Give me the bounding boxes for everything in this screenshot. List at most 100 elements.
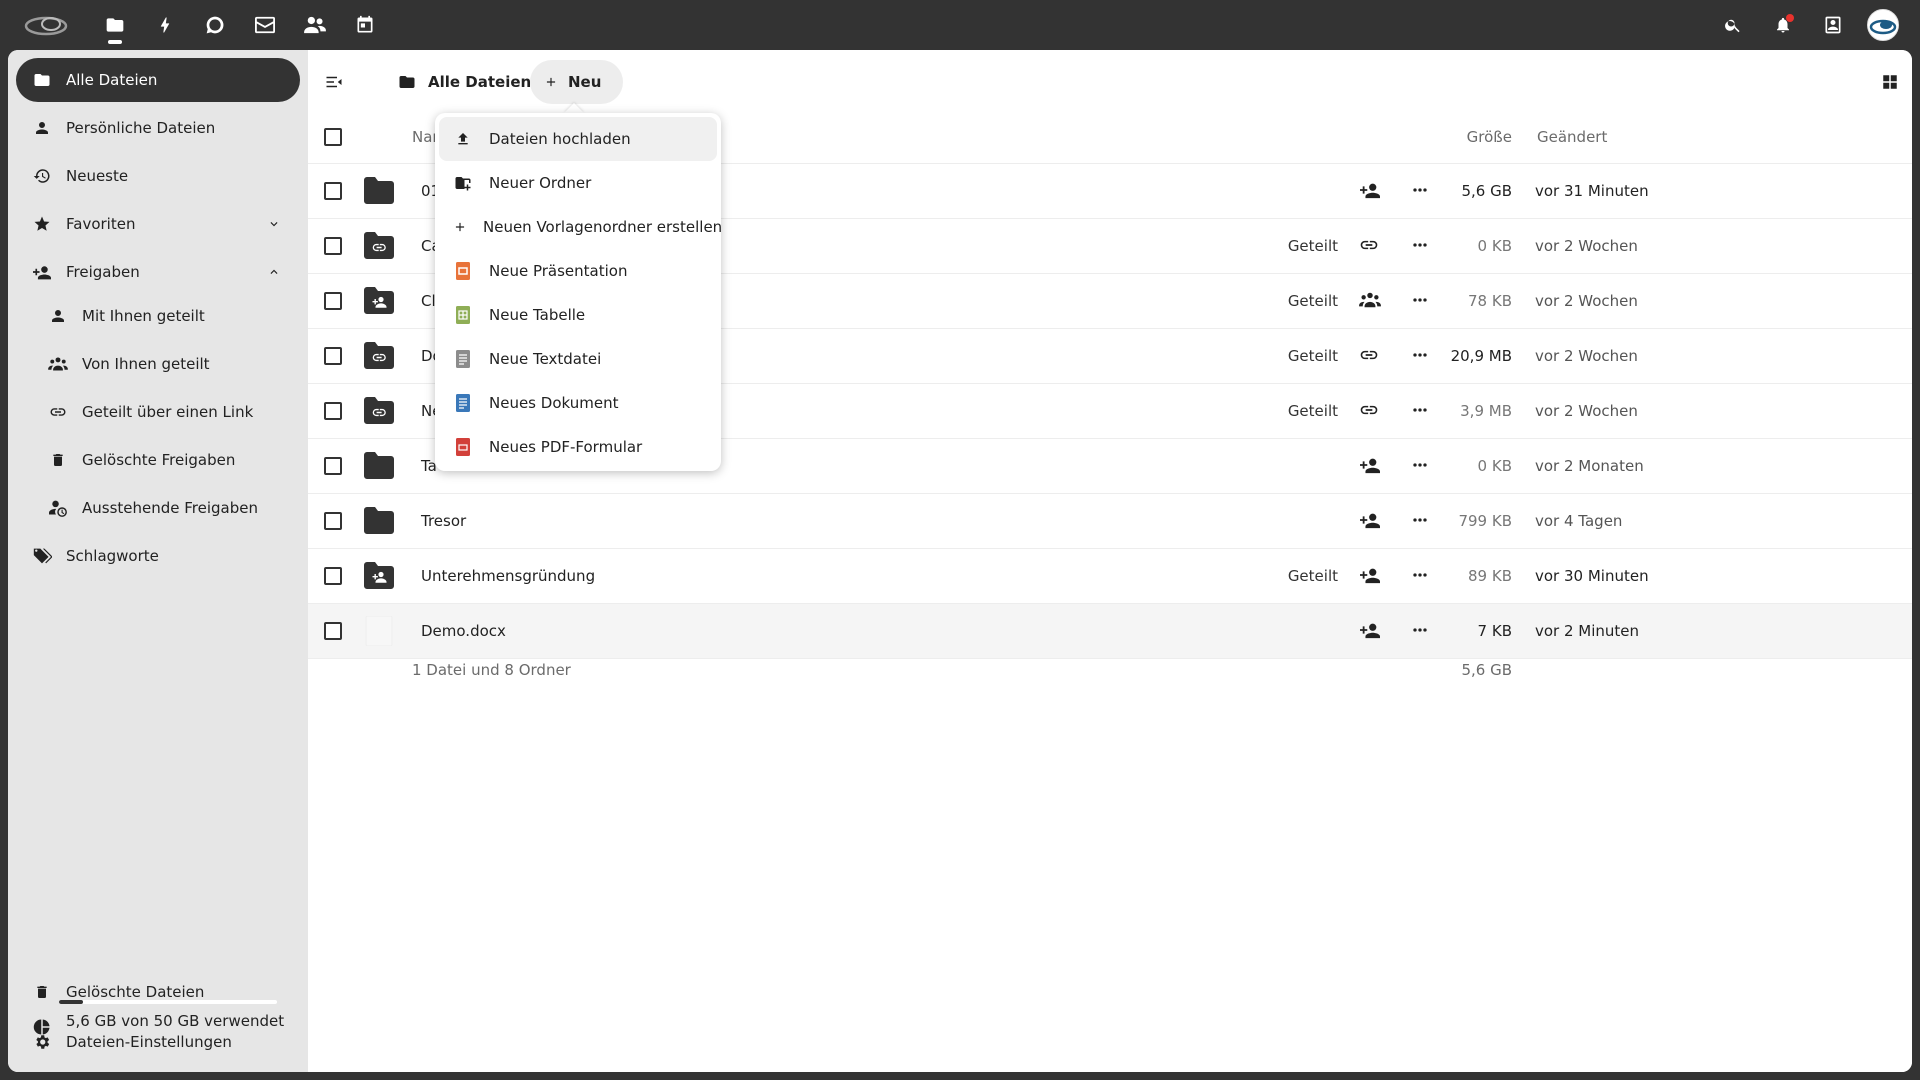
column-header-size[interactable]: Größe: [1412, 110, 1512, 164]
link-icon[interactable]: [1359, 400, 1383, 424]
sidebar-item-shares[interactable]: Freigaben: [16, 250, 300, 294]
plus-icon: [546, 77, 556, 87]
sidebar-item-shared-via-link[interactable]: Geteilt über einen Link: [16, 390, 300, 434]
file-name[interactable]: Unterehmensgründung: [421, 549, 595, 604]
row-checkbox[interactable]: [324, 402, 342, 420]
file-modified: vor 31 Minuten: [1535, 182, 1649, 200]
file-modified: vor 4 Tagen: [1535, 512, 1623, 530]
file-modified: vor 2 Monaten: [1535, 457, 1644, 475]
share-add-user-icon[interactable]: [1359, 455, 1383, 479]
quota-progress-bar: [59, 1000, 277, 1004]
sidebar-item-tags[interactable]: Schlagworte: [16, 534, 300, 578]
select-all-checkbox[interactable]: [324, 128, 342, 146]
row-checkbox[interactable]: [324, 457, 342, 475]
row-checkbox[interactable]: [324, 347, 342, 365]
avatar[interactable]: [1867, 9, 1899, 41]
menu-item-new-textfile[interactable]: Neue Textdatei: [439, 337, 717, 381]
toggle-sidebar-icon[interactable]: [312, 60, 356, 104]
contacts-menu-icon[interactable]: [1808, 0, 1858, 50]
menu-arrow: [564, 103, 584, 113]
sidebar-item-label: Freigaben: [66, 263, 140, 281]
gear-icon: [30, 1030, 54, 1054]
trash-icon: [30, 980, 54, 1004]
menu-item-new-template-folder[interactable]: Neuen Vorlagenordner erstellen: [439, 205, 722, 249]
talk-app-icon[interactable]: [190, 0, 240, 50]
grid-view-icon[interactable]: [1870, 62, 1910, 102]
group-icon[interactable]: [1359, 290, 1383, 314]
sidebar-item-label: Von Ihnen geteilt: [82, 355, 210, 373]
active-app-indicator: [108, 40, 122, 44]
menu-item-new-spreadsheet[interactable]: Neue Tabelle: [439, 293, 717, 337]
share-add-user-icon[interactable]: [1359, 180, 1383, 204]
menu-item-label: Neuen Vorlagenordner erstellen: [483, 218, 723, 236]
sidebar-item-all-files[interactable]: Alle Dateien: [16, 58, 300, 102]
table-row[interactable]: Unterehmensgründung Geteilt 89 KB vor 30 Mi…: [308, 549, 1912, 604]
file-modified: vor 2 Wochen: [1535, 292, 1638, 310]
menu-item-new-document[interactable]: Neues Dokument: [439, 381, 717, 425]
row-checkbox[interactable]: [324, 292, 342, 310]
shared-label[interactable]: Geteilt: [1238, 219, 1338, 274]
sidebar-item-deleted-files[interactable]: Gelöschte Dateien: [16, 970, 300, 1014]
sidebar-item-personal-files[interactable]: Persönliche Dateien: [16, 106, 300, 150]
file-name[interactable]: Tresor: [421, 494, 466, 549]
shared-label[interactable]: Geteilt: [1238, 549, 1338, 604]
sidebar-item-pending-shares[interactable]: Ausstehende Freigaben: [16, 486, 300, 530]
sidebar-item-label: Ausstehende Freigaben: [82, 499, 259, 517]
sidebar-item-shared-with-you[interactable]: Mit Ihnen geteilt: [16, 294, 300, 338]
chevron-down-icon[interactable]: [262, 212, 286, 236]
mail-app-icon[interactable]: [240, 0, 290, 50]
link-icon[interactable]: [1359, 345, 1383, 369]
file-name[interactable]: Cl: [421, 274, 436, 329]
file-modified: vor 2 Minuten: [1535, 622, 1640, 640]
row-checkbox[interactable]: [324, 512, 342, 530]
file-size: 89 KB: [1468, 567, 1512, 585]
sidebar-item-favorites[interactable]: Favoriten: [16, 202, 300, 246]
row-checkbox[interactable]: [324, 182, 342, 200]
share-add-user-icon[interactable]: [1359, 565, 1383, 589]
row-checkbox[interactable]: [324, 622, 342, 640]
menu-item-new-pdf-form[interactable]: Neues PDF-Formular: [439, 425, 717, 469]
folder-icon: [362, 451, 396, 481]
shared-label[interactable]: Geteilt: [1238, 329, 1338, 384]
share-add-user-icon[interactable]: [1359, 510, 1383, 534]
activity-app-icon[interactable]: [140, 0, 190, 50]
link-icon[interactable]: [1359, 235, 1383, 259]
textfile-icon: [453, 349, 473, 369]
menu-item-new-folder[interactable]: Neuer Ordner: [439, 161, 717, 205]
star-icon: [30, 212, 54, 236]
shared-label[interactable]: Geteilt: [1238, 384, 1338, 439]
column-header-modified[interactable]: Geändert: [1537, 110, 1607, 164]
app-frame: Alle Dateien Persönliche Dateien Neueste…: [8, 50, 1912, 1072]
row-checkbox[interactable]: [324, 237, 342, 255]
shared-label[interactable]: [1238, 439, 1338, 494]
sidebar-item-shared-by-you[interactable]: Von Ihnen geteilt: [16, 342, 300, 386]
nextcloud-logo-icon[interactable]: [20, 0, 72, 50]
table-row[interactable]: Tresor 799 KB vor 4 Tagen: [308, 494, 1912, 549]
calendar-app-icon[interactable]: [340, 0, 390, 50]
sidebar-item-recent[interactable]: Neueste: [16, 154, 300, 198]
chevron-up-icon[interactable]: [262, 260, 286, 284]
shared-label[interactable]: [1238, 164, 1338, 219]
files-app-icon[interactable]: [90, 0, 140, 50]
search-icon[interactable]: [1708, 0, 1758, 50]
menu-item-upload-files[interactable]: Dateien hochladen: [439, 117, 717, 161]
link-folder-icon: [362, 341, 396, 371]
sidebar-item-files-settings[interactable]: Dateien-Einstellungen: [16, 1020, 300, 1064]
breadcrumb[interactable]: Alle Dateien: [386, 60, 543, 104]
menu-item-label: Dateien hochladen: [489, 130, 631, 148]
new-button[interactable]: Neu: [530, 60, 623, 104]
menu-item-new-presentation[interactable]: Neue Präsentation: [439, 249, 717, 293]
contacts-app-icon[interactable]: [290, 0, 340, 50]
shared-label[interactable]: [1238, 494, 1338, 549]
sidebar-item-label: Neueste: [66, 167, 129, 185]
bell-icon[interactable]: [1758, 0, 1808, 50]
shared-label[interactable]: Geteilt: [1238, 274, 1338, 329]
sidebar-item-label: Persönliche Dateien: [66, 119, 216, 137]
row-checkbox[interactable]: [324, 567, 342, 585]
share-add-user-icon[interactable]: [1359, 620, 1383, 644]
shared-label[interactable]: [1238, 604, 1338, 659]
top-bar: [0, 0, 1920, 50]
sidebar-item-deleted-shares[interactable]: Gelöschte Freigaben: [16, 438, 300, 482]
file-size: 5,6 GB: [1461, 182, 1512, 200]
sidebar-item-label: Geteilt über einen Link: [82, 403, 254, 421]
